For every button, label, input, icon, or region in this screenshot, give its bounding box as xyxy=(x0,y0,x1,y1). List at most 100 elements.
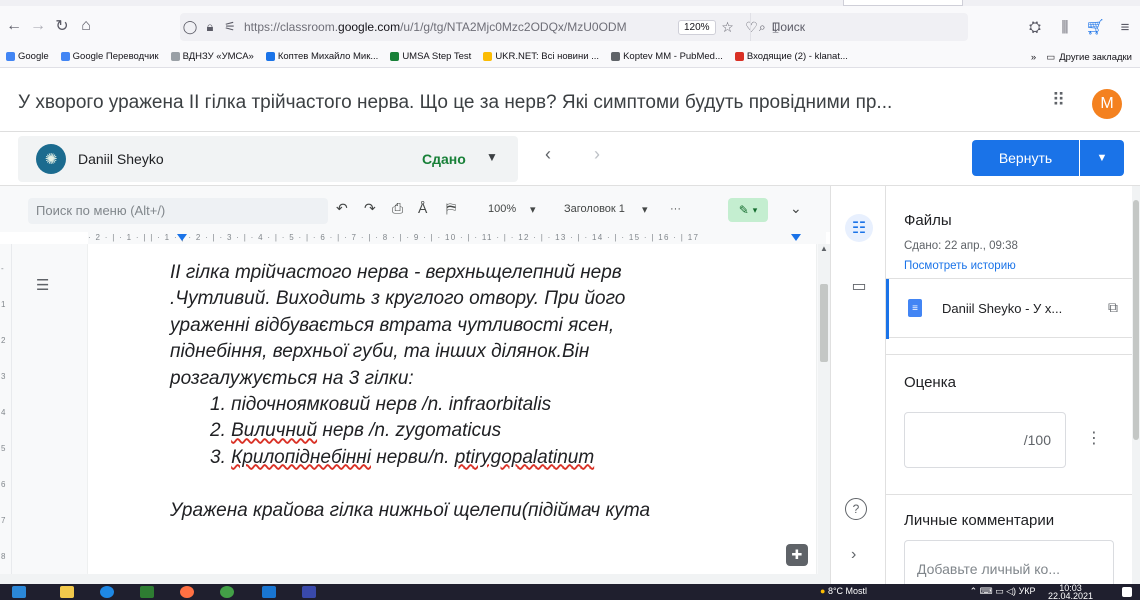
explorer-icon[interactable] xyxy=(60,586,74,598)
bookmarks-bar: Google Google Переводчик ВДНЗУ «УМСА» Копте… xyxy=(0,46,1140,68)
search-input[interactable]: ⌕ Поиск xyxy=(750,13,968,41)
right-indent-marker[interactable] xyxy=(791,234,801,241)
permissions-icon[interactable]: ⚟ xyxy=(220,13,240,41)
back-icon[interactable]: ← xyxy=(4,14,24,38)
assignment-title: У хворого уражена ІІ гілка трійчастого н… xyxy=(18,92,893,113)
status-badge: Сдано xyxy=(422,151,466,167)
avatar[interactable]: M xyxy=(1092,89,1122,119)
word-icon[interactable] xyxy=(302,586,316,598)
bookmark-item[interactable]: UMSA Step Test xyxy=(390,51,471,62)
student-name: Daniil Sheyko xyxy=(78,151,164,167)
zoom-select[interactable]: 100% xyxy=(488,203,516,215)
more-vert-icon[interactable]: ⋮ xyxy=(1086,428,1102,448)
bookmark-item[interactable]: Входящие (2) - klanat... xyxy=(734,51,848,62)
private-comment-input[interactable]: Добавьте личный ко... xyxy=(904,540,1114,584)
url-text[interactable]: https://classroom.google.com/u/1/g/tg/NT… xyxy=(244,20,664,34)
open-in-new-icon[interactable]: ⧉ xyxy=(1108,299,1118,316)
system-tray[interactable]: ● 8°C Mostl ⌃ ⌨ ▭ ◁) УКР xyxy=(820,586,1036,597)
document-outline-icon[interactable]: ☰ xyxy=(36,276,49,294)
shield-icon[interactable]: ◯ xyxy=(180,13,200,41)
spelling-error[interactable]: ptirygopalatinum xyxy=(455,447,594,468)
explore-icon[interactable]: ✚ xyxy=(786,544,808,566)
submitted-file[interactable]: ≡ Daniil Sheyko - У х... ⧉ xyxy=(886,278,1140,339)
document-body[interactable]: ІІ гілка трійчастого нерва - верхньщелеп… xyxy=(170,260,790,524)
bookmark-item[interactable]: UKR.NET: Всі новини ... xyxy=(483,51,599,62)
return-button[interactable]: Вернуть xyxy=(972,140,1079,176)
panel-scrollbar-thumb[interactable] xyxy=(1133,200,1139,440)
bookmark-label: Google Переводчик xyxy=(72,51,159,62)
style-chevron-icon[interactable]: ▾ xyxy=(642,203,648,216)
horizontal-ruler[interactable]: · 2 · | · 1 · | | · 1 · | · 2 · | · 3 · … xyxy=(88,232,826,244)
bookmark-item[interactable]: Коптев Михайло Мик... xyxy=(265,51,378,62)
return-dropdown-button[interactable]: ▼ xyxy=(1080,140,1124,176)
vruler-number: 5 xyxy=(1,444,6,453)
clock[interactable]: 10:03 22.04.2021 xyxy=(1048,584,1093,600)
vruler-number: 8 xyxy=(1,552,6,561)
horizontal-scrollbar[interactable] xyxy=(0,574,830,584)
grade-input[interactable]: /100 xyxy=(904,412,1066,468)
chevron-down-icon[interactable]: ▼ xyxy=(486,150,498,164)
scroll-up-icon[interactable]: ▲ xyxy=(818,244,830,253)
url-bar[interactable]: ◯ 🔒︎ ⚟ https://classroom.google.com/u/1/… xyxy=(180,13,968,41)
undo-icon[interactable]: ↶ xyxy=(336,200,348,217)
doc-line: піднебіння, верхньої губи, та інших діля… xyxy=(170,341,590,363)
document-scrollbar[interactable] xyxy=(818,244,830,574)
bookmark-star-icon[interactable]: ☆ xyxy=(716,19,740,36)
panel-scrollbar[interactable] xyxy=(1132,186,1140,584)
telegram-icon[interactable] xyxy=(262,586,276,598)
spellcheck-icon[interactable]: Å xyxy=(418,200,427,216)
paint-format-icon[interactable]: ⛿ xyxy=(446,200,456,217)
zoom-level-badge[interactable]: 120% xyxy=(678,19,716,35)
comments-panel-icon[interactable]: ▭ xyxy=(845,272,873,300)
forward-icon[interactable]: → xyxy=(28,14,48,38)
next-student-button[interactable]: › xyxy=(594,144,600,165)
menu-search-input[interactable]: Поиск по меню (Alt+/) xyxy=(28,198,328,224)
library-icon[interactable]: ⫼ xyxy=(1050,19,1080,36)
zoom-chevron-icon[interactable]: ▾ xyxy=(530,203,536,216)
weather-icon: ● xyxy=(820,586,826,596)
style-select[interactable]: Заголовок 1 xyxy=(564,203,625,215)
spelling-error[interactable]: Виличний xyxy=(231,420,317,441)
bookmark-item[interactable]: Google xyxy=(6,51,49,62)
start-icon[interactable] xyxy=(12,586,26,598)
left-indent-marker[interactable] xyxy=(177,234,187,241)
ruler-ticks: · 2 · | · 1 · | | · 1 · | · 2 · | · 3 · … xyxy=(88,233,700,242)
home-icon[interactable]: ⌂ xyxy=(76,14,96,38)
previous-student-button[interactable]: ‹ xyxy=(545,144,551,165)
more-options-icon[interactable]: ··· xyxy=(670,203,681,215)
spelling-error[interactable]: Крилопіднебінні xyxy=(231,447,371,468)
collapse-toolbar-icon[interactable]: ⌄ xyxy=(790,200,802,217)
bookmark-favicon-icon xyxy=(170,52,180,61)
chevron-right-icon[interactable]: › xyxy=(851,546,856,564)
list-item: 3. Крилопіднебінні нерви/n. ptirygopalat… xyxy=(210,446,595,468)
extension-icon[interactable]: ⛭ xyxy=(1020,19,1050,36)
print-icon[interactable]: ⎙ xyxy=(392,200,403,217)
notifications-icon[interactable] xyxy=(1122,587,1132,597)
editing-mode-button[interactable]: ✎ ▾ xyxy=(728,198,768,222)
redo-icon[interactable]: ↷ xyxy=(364,200,376,217)
bookmarks-overflow-button[interactable]: » xyxy=(1031,52,1036,63)
files-panel-icon[interactable]: ☷ xyxy=(845,214,873,242)
reload-icon[interactable]: ↻ xyxy=(52,14,72,38)
apps-grid-icon[interactable]: ⠿ xyxy=(1052,90,1065,111)
lock-icon[interactable]: 🔒︎ xyxy=(200,13,220,41)
store-icon[interactable] xyxy=(140,586,154,598)
chrome-icon[interactable] xyxy=(220,586,234,598)
student-bar: ✺ Daniil Sheyko Сдано ▼ ‹ › Вернуть ▼ xyxy=(0,132,1140,186)
bookmark-item[interactable]: ВДНЗУ «УМСА» xyxy=(170,51,254,62)
bookmark-item[interactable]: Koptev MM - PubMed... xyxy=(611,51,723,62)
edge-icon[interactable] xyxy=(100,586,114,598)
bookmark-label: UMSA Step Test xyxy=(402,51,472,62)
document-page[interactable]: ІІ гілка трійчастого нерва - верхньщелеп… xyxy=(88,244,816,574)
bookmark-item[interactable]: Google Переводчик xyxy=(60,51,159,62)
view-history-link[interactable]: Посмотреть историю xyxy=(904,260,1016,272)
vertical-ruler[interactable]: - 1 2 3 4 5 6 7 8 xyxy=(0,244,12,574)
firefox-icon[interactable] xyxy=(180,586,194,598)
student-selector[interactable]: ✺ Daniil Sheyko Сдано ▼ xyxy=(18,136,518,182)
cart-extension-icon[interactable]: 🛒︎ xyxy=(1080,18,1110,36)
help-icon[interactable]: ? xyxy=(845,498,867,520)
menu-icon[interactable]: ≡ xyxy=(1110,19,1140,36)
other-bookmarks-link[interactable]: Другие закладки xyxy=(1059,52,1132,63)
side-icon-column: ☷ ▭ ? › xyxy=(830,186,886,584)
scrollbar-thumb[interactable] xyxy=(820,284,828,362)
